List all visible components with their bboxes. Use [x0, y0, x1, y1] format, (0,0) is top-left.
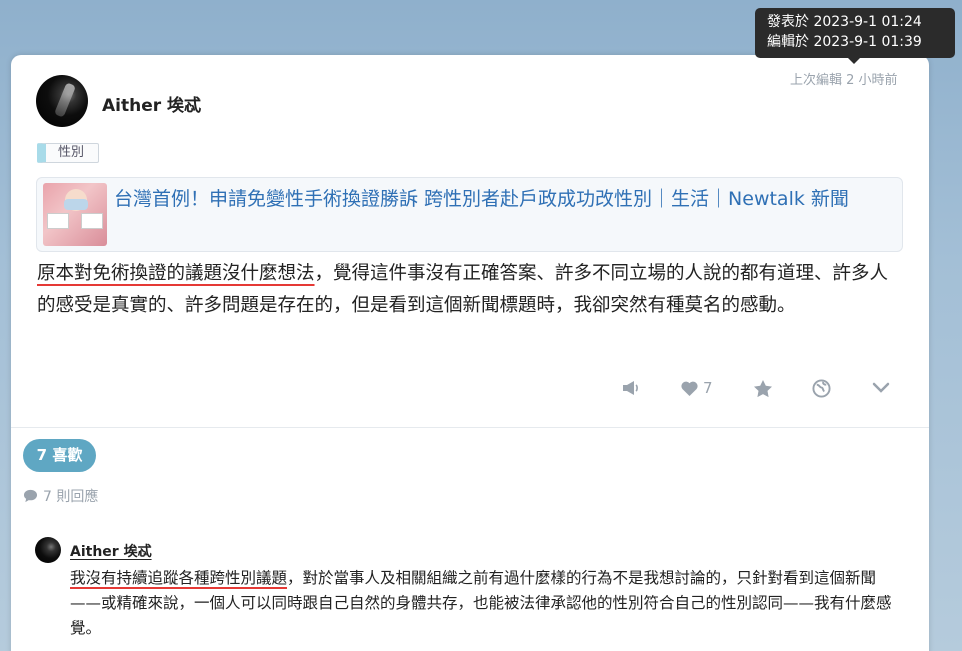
likes-badge[interactable]: 7 喜歡: [23, 439, 96, 472]
author-name[interactable]: Aither 埃忒: [102, 91, 201, 116]
comment-icon: [23, 489, 38, 503]
link-title[interactable]: 台灣首例！申請免變性手術換證勝訴 跨性別者赴戶政成功改性別｜生活｜Newtalk…: [114, 184, 899, 214]
reply-avatar[interactable]: [35, 537, 61, 563]
category-tag[interactable]: 性別: [37, 143, 99, 163]
like-count: 7: [703, 379, 713, 397]
reply-author-name[interactable]: Aither 埃忒: [70, 541, 152, 561]
globe-icon: [812, 378, 831, 398]
chevron-down-icon: [872, 382, 890, 393]
avatar[interactable]: [36, 75, 88, 127]
post-card: [11, 55, 929, 651]
star-icon: [754, 379, 772, 397]
share-button[interactable]: [812, 378, 831, 398]
heart-icon: [681, 381, 698, 396]
section-divider: [11, 427, 929, 428]
last-edit-label[interactable]: 上次編輯 2 小時前: [790, 69, 898, 88]
posted-time: 發表於 2023-9-1 01:24: [767, 14, 922, 30]
timestamp-tooltip: 發表於 2023-9-1 01:24 編輯於 2023-9-1 01:39: [755, 8, 955, 64]
megaphone-icon: [623, 381, 638, 395]
edited-time: 編輯於 2023-9-1 01:39: [767, 34, 922, 50]
replies-count[interactable]: 7 則回應: [23, 486, 98, 506]
reply-body-highlight: 我沒有持續追蹤各種跨性別議題: [70, 569, 288, 587]
link-thumbnail: [43, 183, 107, 246]
like-button[interactable]: 7: [680, 379, 713, 397]
post-body: 原本對免術換證的議題沒什麼想法，覺得這件事沒有正確答案、許多不同立場的人說的都有…: [37, 258, 897, 322]
favorite-button[interactable]: [753, 379, 773, 398]
more-button[interactable]: [872, 382, 890, 394]
link-preview[interactable]: 台灣首例！申請免變性手術換證勝訴 跨性別者赴戶政成功改性別｜生活｜Newtalk…: [36, 177, 903, 252]
post-body-highlight: 原本對免術換證的議題沒什麼想法: [37, 263, 315, 284]
replies-label: 7 則回應: [43, 489, 99, 505]
reply-body: 我沒有持續追蹤各種跨性別議題，對於當事人及相關組織之前有過什麼樣的行為不是我想討…: [70, 566, 900, 641]
announce-button[interactable]: [622, 380, 640, 396]
